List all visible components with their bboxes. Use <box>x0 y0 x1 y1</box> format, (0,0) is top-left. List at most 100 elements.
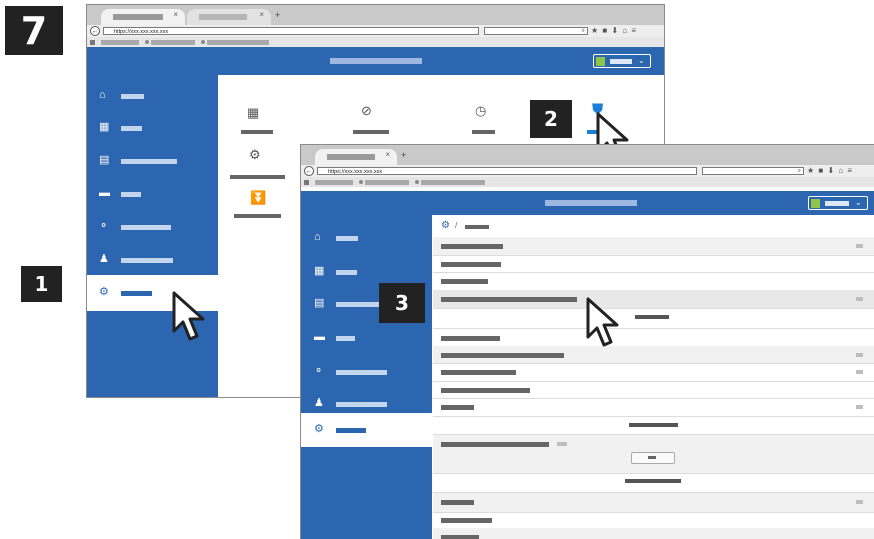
user-menu-button[interactable]: ⌄ <box>808 196 868 210</box>
refresh-icon[interactable]: ⊘ <box>361 103 372 119</box>
sidebar-item-label <box>336 302 380 307</box>
sidebar-item-home[interactable]: ⌂ <box>301 221 432 249</box>
tab-title-placeholder <box>113 14 163 20</box>
back-button-icon[interactable]: ← <box>304 166 314 176</box>
grid-item-label <box>234 214 281 218</box>
page-title-placeholder <box>545 200 637 206</box>
sidebar-item-network[interactable]: ⚬ <box>87 212 218 240</box>
sidebar-item-label <box>121 159 177 164</box>
dashboard-icon: ▦ <box>99 121 110 133</box>
user-menu-button[interactable]: ⌄ <box>593 54 651 68</box>
bookmark-item[interactable] <box>101 40 139 45</box>
bookmarks-bar <box>301 177 874 187</box>
tab-bar: × × + <box>87 5 664 25</box>
list-item-highlighted[interactable] <box>433 290 874 309</box>
bookmark-icon <box>304 180 309 185</box>
bookmark-dot-icon <box>201 40 205 44</box>
browser-toolbar-icons[interactable]: ★ ■ ⬇ ⌂ ≡ <box>807 165 853 177</box>
bookmark-item[interactable] <box>207 40 269 45</box>
tab-title-placeholder <box>327 154 375 160</box>
sidebar-item-label <box>336 336 355 341</box>
section-header <box>433 472 874 492</box>
sidebar-item-network[interactable]: ⚬ <box>301 355 432 383</box>
back-button-icon[interactable]: ← <box>90 26 100 36</box>
sidebar-item-system[interactable]: ⚙ <box>301 413 432 447</box>
grid-item-label <box>230 175 285 179</box>
close-tab-icon[interactable]: × <box>259 10 264 19</box>
sidebar-item-dashboard[interactable]: ▦ <box>87 113 218 141</box>
calendar-icon[interactable]: ▦ <box>247 105 259 121</box>
new-tab-icon[interactable]: + <box>275 10 280 20</box>
network-icon: ⚬ <box>314 365 324 377</box>
callout-1: 1 <box>21 266 62 302</box>
list-item[interactable] <box>433 272 874 291</box>
list-item[interactable] <box>433 381 874 399</box>
url-field[interactable]: https://xxx.xxx.xxx.xxx <box>103 27 479 35</box>
sidebar-item-label <box>121 225 171 230</box>
bookmark-item[interactable] <box>315 180 353 185</box>
sidebar-item-label <box>336 236 358 241</box>
bookmark-item[interactable] <box>421 180 485 185</box>
tray-icon: ▬ <box>314 331 325 343</box>
browser-tab-active[interactable]: × <box>315 149 397 165</box>
timer-icon[interactable]: ◷ <box>475 103 486 119</box>
magnifier-icon: ⌕ <box>581 28 585 34</box>
user-lock-icon: ♟ <box>314 397 324 409</box>
user-name-placeholder <box>610 59 632 64</box>
section-header <box>433 416 874 434</box>
browser-tab[interactable]: × <box>187 9 271 25</box>
avatar-icon <box>596 57 605 66</box>
list-item[interactable] <box>433 528 874 539</box>
list-item[interactable] <box>433 363 874 382</box>
bookmark-item[interactable] <box>151 40 195 45</box>
breadcrumb-item <box>465 225 489 229</box>
chevron-down-icon: ⌄ <box>855 198 862 207</box>
grid-item-label <box>472 130 495 134</box>
user-name-placeholder <box>825 201 849 206</box>
double-chevron-icon[interactable]: ⏬ <box>250 190 266 206</box>
sidebar-item-home[interactable]: ⌂ <box>87 81 218 109</box>
sidebar-item-trays[interactable]: ▬ <box>301 321 432 349</box>
sidebar-item-label <box>336 402 387 407</box>
browser-tab-active[interactable]: × <box>101 9 185 25</box>
list-item[interactable] <box>433 492 874 513</box>
list-item[interactable] <box>433 434 874 474</box>
mouse-cursor-icon <box>586 297 619 347</box>
action-button[interactable] <box>631 452 675 464</box>
tray-icon: ▬ <box>99 187 110 199</box>
mouse-cursor-icon <box>172 291 205 341</box>
gears-icon[interactable]: ⚙ <box>249 147 261 163</box>
app-header: ⌄ <box>301 191 874 215</box>
browser-toolbar-icons[interactable]: ★ ■ ⬇ ⌂ ≡ <box>591 25 637 37</box>
gear-icon: ⚙ <box>314 423 324 435</box>
sidebar-item-label <box>121 94 144 99</box>
list-item[interactable] <box>433 328 874 348</box>
sidebar-item-permissions[interactable]: ♟ <box>87 245 218 273</box>
list-item[interactable] <box>433 346 874 364</box>
sidebar-item-address-book[interactable]: ▤ <box>87 146 218 174</box>
step-number-badge: 7 <box>5 6 63 55</box>
grid-item-label <box>241 130 273 134</box>
close-tab-icon[interactable]: × <box>385 150 390 159</box>
network-icon: ⚬ <box>99 220 109 232</box>
value-placeholder <box>557 442 567 446</box>
address-bar: ← https://xxx.xxx.xxx.xxx ⌕ ★ ■ ⬇ ⌂ ≡ <box>87 25 664 37</box>
bookmark-item[interactable] <box>365 180 409 185</box>
list-item[interactable] <box>433 511 874 529</box>
list-item[interactable] <box>433 255 874 273</box>
bookmark-dot-icon <box>145 40 149 44</box>
list-item[interactable] <box>433 237 874 256</box>
sidebar-item-dashboard[interactable]: ▦ <box>301 255 432 283</box>
search-field[interactable]: ⌕ <box>702 167 804 175</box>
url-field[interactable]: https://xxx.xxx.xxx.xxx <box>317 167 697 175</box>
bookmarks-bar <box>87 37 664 47</box>
close-tab-icon[interactable]: × <box>173 10 178 19</box>
app-header: ⌄ <box>87 47 664 75</box>
list-item[interactable] <box>433 398 874 417</box>
section-header <box>433 308 874 328</box>
search-field[interactable]: ⌕ <box>484 27 588 35</box>
sidebar-item-trays[interactable]: ▬ <box>87 179 218 207</box>
bookmark-icon <box>90 40 95 45</box>
sidebar-item-permissions[interactable]: ♟ <box>301 387 432 415</box>
new-tab-icon[interactable]: + <box>401 150 406 160</box>
